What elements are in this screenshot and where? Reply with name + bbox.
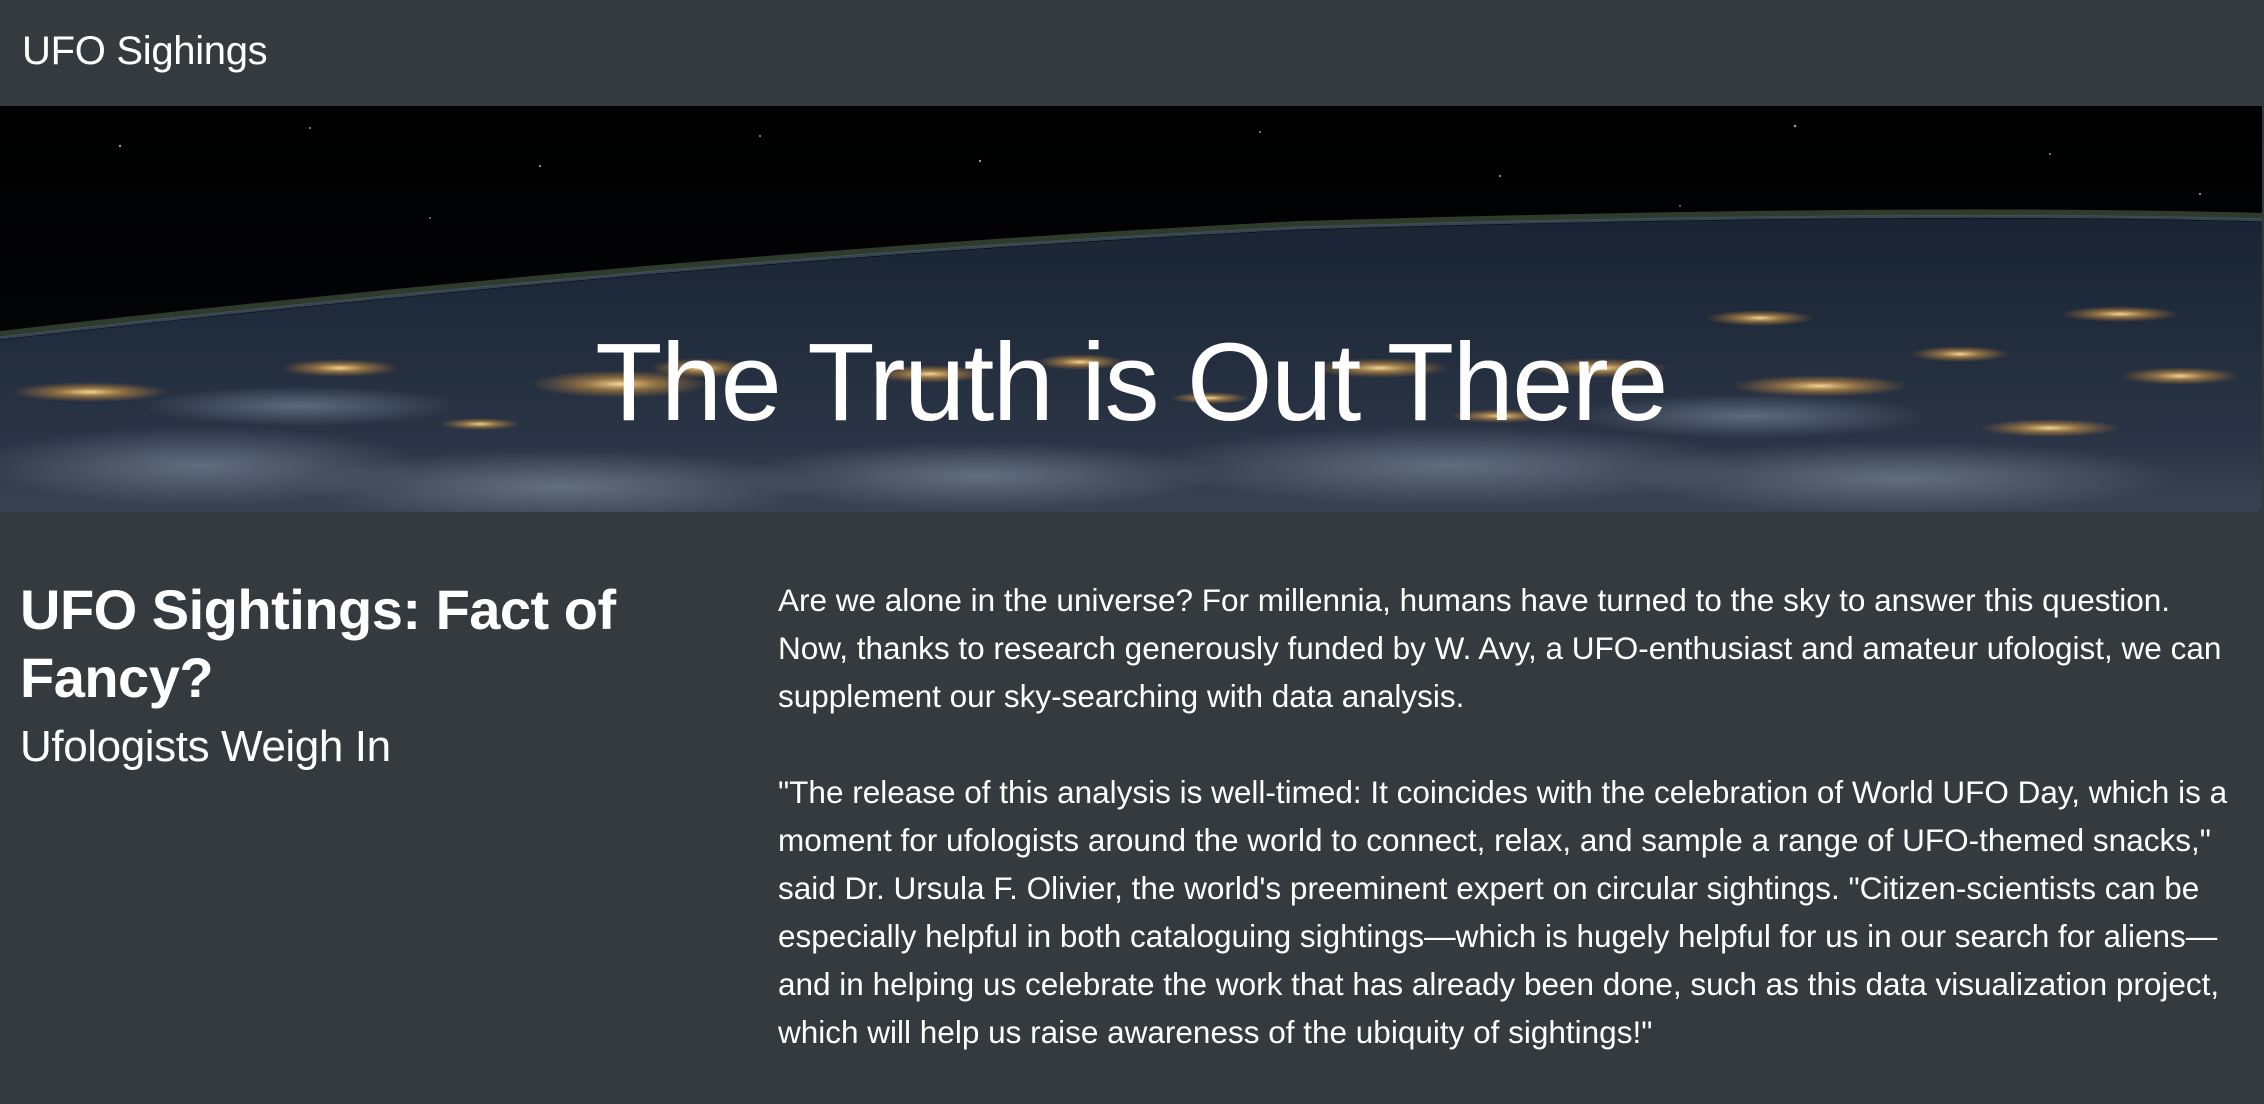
hero-banner: The Truth is Out There	[0, 106, 2262, 512]
navbar: UFO Sighings	[0, 0, 2264, 106]
intro-section: UFO Sightings: Fact of Fancy? Ufologists…	[20, 576, 700, 774]
article-paragraph: "The release of this analysis is well-ti…	[778, 774, 2228, 1050]
navbar-brand-link[interactable]: UFO Sighings	[22, 26, 268, 76]
intro-heading: UFO Sightings: Fact of Fancy?	[20, 578, 616, 709]
article-body: Are we alone in the universe? For millen…	[778, 576, 2234, 1104]
hero-title: The Truth is Out There	[595, 320, 1668, 444]
intro-subheading: Ufologists Weigh In	[20, 722, 391, 771]
article-paragraph: Are we alone in the universe? For millen…	[778, 582, 2222, 714]
earth-night-image	[0, 106, 2262, 512]
